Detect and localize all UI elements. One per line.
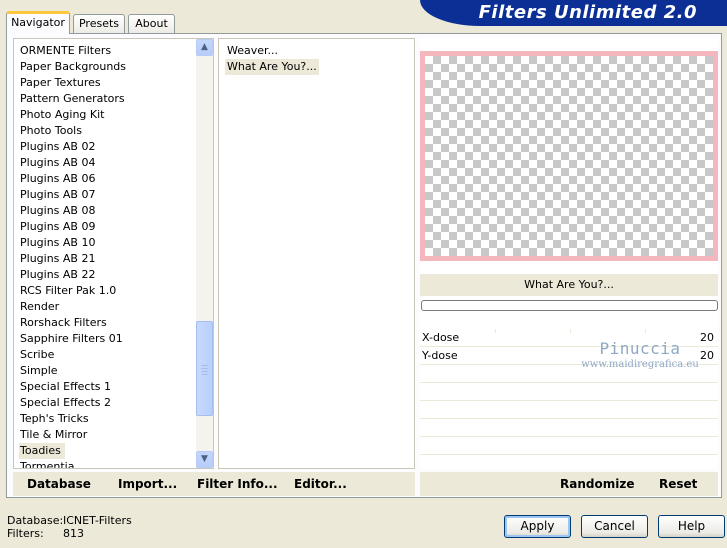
import-button[interactable]: Import... — [118, 476, 177, 492]
category-scrollbar[interactable]: ▲ — — — — ▼ — [196, 39, 213, 468]
param-row-empty — [420, 437, 718, 455]
category-item[interactable]: Toadies — [19, 443, 65, 459]
apply-button[interactable]: Apply — [504, 515, 571, 538]
status-database-value: ICNET-Filters — [63, 514, 132, 527]
param-row-empty — [420, 401, 718, 419]
title-banner: Filters Unlimited 2.0 — [420, 0, 727, 26]
category-item[interactable]: Paper Textures — [19, 75, 194, 91]
status-filters-label: Filters: — [7, 527, 44, 540]
category-item[interactable]: Special Effects 1 — [19, 379, 194, 395]
param-row-empty — [420, 419, 718, 437]
reset-button[interactable]: Reset — [659, 476, 697, 492]
editor-button[interactable]: Editor... — [294, 476, 347, 492]
navigator-toolbar: Database Import... Filter Info... Editor… — [13, 472, 415, 496]
param-row-empty — [420, 455, 718, 473]
status-filters-value: 813 — [63, 527, 84, 540]
category-item[interactable]: Plugins AB 06 — [19, 171, 194, 187]
slider-tick — [495, 329, 496, 333]
category-item[interactable]: Scribe — [19, 347, 194, 363]
app-title: Filters Unlimited 2.0 — [478, 2, 697, 23]
database-button[interactable]: Database — [27, 476, 91, 492]
param-name: X-dose — [422, 331, 460, 344]
category-item[interactable]: Plugins AB 22 — [19, 267, 194, 283]
cancel-button[interactable]: Cancel — [581, 515, 648, 538]
category-item[interactable]: Plugins AB 02 — [19, 139, 194, 155]
category-item[interactable]: Plugins AB 07 — [19, 187, 194, 203]
slider-tick — [645, 329, 646, 333]
category-item[interactable]: Paper Backgrounds — [19, 59, 194, 75]
scrollbar-thumb[interactable]: — — — — — [196, 321, 213, 416]
chevron-down-icon: ▼ — [201, 454, 208, 464]
category-item[interactable]: Rorshack Filters — [19, 315, 194, 331]
category-item[interactable]: RCS Filter Pak 1.0 — [19, 283, 194, 299]
filter-item[interactable]: What Are You?... — [225, 59, 319, 75]
filter-info-button[interactable]: Filter Info... — [197, 476, 278, 492]
category-item[interactable]: Plugins AB 08 — [19, 203, 194, 219]
help-button[interactable]: Help — [658, 515, 725, 538]
category-item[interactable]: Tile & Mirror — [19, 427, 194, 443]
scroll-down-button[interactable]: ▼ — [196, 451, 213, 468]
param-value: 20 — [700, 349, 714, 362]
parameter-list: X-dose 20 Y-dose 20 Pinuccia www.maidire… — [420, 329, 718, 473]
preview-panel: What Are You?... X-dose 20 Y-dose 20 Pin… — [420, 38, 718, 473]
category-item[interactable]: Tormentia — [19, 459, 194, 468]
scroll-up-button[interactable]: ▲ — [196, 39, 213, 56]
category-item[interactable]: Simple — [19, 363, 194, 379]
param-row[interactable]: X-dose 20 — [420, 329, 718, 347]
category-item[interactable]: Plugins AB 09 — [19, 219, 194, 235]
category-item[interactable]: ORMENTE Filters — [19, 43, 194, 59]
param-value: 20 — [700, 331, 714, 344]
category-item[interactable]: Sapphire Filters 01 — [19, 331, 194, 347]
selected-filter-label: What Are You?... — [420, 274, 718, 296]
category-item[interactable]: Special Effects 2 — [19, 395, 194, 411]
grip-icon: — — — — — [201, 361, 208, 378]
preview-image[interactable] — [420, 51, 718, 261]
category-item[interactable]: Photo Aging Kit — [19, 107, 194, 123]
randomize-button[interactable]: Randomize — [560, 476, 634, 492]
filter-list[interactable]: Weaver... What Are You?... — [218, 38, 415, 469]
category-item[interactable]: Photo Tools — [19, 123, 194, 139]
tab-navigator[interactable]: Navigator — [6, 11, 70, 34]
status-area: Database: ICNET-Filters Filters: 813 — [7, 514, 137, 540]
category-item[interactable]: Pattern Generators — [19, 91, 194, 107]
param-row-empty — [420, 365, 718, 383]
category-list[interactable]: ORMENTE Filters Paper Backgrounds Paper Te… — [13, 38, 214, 469]
filter-item[interactable]: Weaver... — [225, 43, 319, 59]
tab-about[interactable]: About — [128, 14, 175, 33]
category-item[interactable]: Teph's Tricks — [19, 411, 194, 427]
filter-list-items: Weaver... What Are You?... — [225, 43, 319, 75]
slider-tick — [570, 329, 571, 333]
category-item[interactable]: Plugins AB 10 — [19, 235, 194, 251]
progress-bar — [421, 300, 718, 311]
category-item[interactable]: Plugins AB 04 — [19, 155, 194, 171]
preview-toolbar: Randomize Reset — [420, 472, 718, 496]
param-name: Y-dose — [422, 349, 458, 362]
category-list-items: ORMENTE Filters Paper Backgrounds Paper Te… — [19, 43, 194, 468]
chevron-up-icon: ▲ — [201, 42, 208, 52]
tab-presets[interactable]: Presets — [73, 14, 125, 33]
param-row-empty — [420, 383, 718, 401]
param-row[interactable]: Y-dose 20 — [420, 347, 718, 365]
status-database-label: Database: — [7, 514, 64, 527]
navigator-panel: ORMENTE Filters Paper Backgrounds Paper Te… — [6, 33, 722, 498]
category-item[interactable]: Plugins AB 21 — [19, 251, 194, 267]
category-item[interactable]: Render — [19, 299, 194, 315]
